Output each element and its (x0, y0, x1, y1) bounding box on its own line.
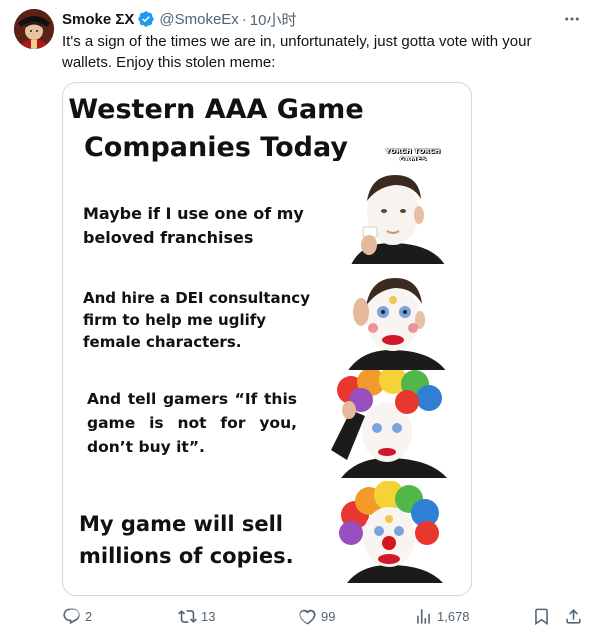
reply-icon (63, 608, 80, 624)
meme-panel-1-text: Maybe if I use one of my beloved franchi… (83, 204, 304, 247)
separator-dot: · (241, 10, 247, 28)
meme-title: Western AAA Game Companies Today (68, 94, 364, 163)
meme-image[interactable]: Western AAA Game Companies Today YORCH T… (62, 82, 472, 596)
views-button[interactable]: 1,678 (414, 604, 470, 628)
meme-panel-3-text: And tell gamers “If this game is not for… (87, 390, 297, 456)
reply-count: 2 (85, 608, 93, 624)
tweet: Smoke ΣΧ @SmokeEx · 10小时 It's a sign of … (0, 0, 599, 634)
like-count: 99 (321, 608, 336, 624)
clown-face-1-image (321, 161, 455, 265)
tweet-header: Smoke ΣΧ @SmokeEx · 10小时 (62, 9, 296, 29)
bookmark-icon (535, 608, 548, 625)
bookmark-button[interactable] (532, 604, 555, 628)
display-name[interactable]: Smoke ΣΧ (62, 11, 134, 28)
clown-face-3-image (321, 370, 455, 478)
meme-panel-4-text: My game will sell millions of copies. (79, 512, 294, 568)
more-icon[interactable] (561, 10, 583, 28)
like-icon (299, 609, 316, 624)
tweet-text: It's a sign of the times we are in, unfo… (62, 33, 532, 71)
clown-face-4-image (321, 481, 455, 583)
tweet-timestamp[interactable]: 10小时 (250, 9, 297, 30)
tweet-actions: 2 13 99 1,678 (62, 604, 584, 628)
verified-badge-icon (137, 10, 155, 28)
clown-face-2-image (321, 264, 455, 372)
share-icon (566, 608, 581, 624)
views-icon (417, 608, 430, 624)
share-button[interactable] (564, 604, 587, 628)
meme-panel-2-text: And hire a DEI consultancy firm to help … (83, 289, 310, 351)
like-button[interactable]: 99 (298, 604, 335, 628)
avatar[interactable] (14, 9, 54, 49)
retweet-button[interactable]: 13 (178, 604, 215, 628)
reply-button[interactable]: 2 (62, 604, 92, 628)
retweet-count: 13 (201, 608, 216, 624)
author-handle[interactable]: @SmokeEx (159, 11, 238, 28)
views-count: 1,678 (437, 608, 470, 624)
retweet-icon (178, 609, 197, 623)
